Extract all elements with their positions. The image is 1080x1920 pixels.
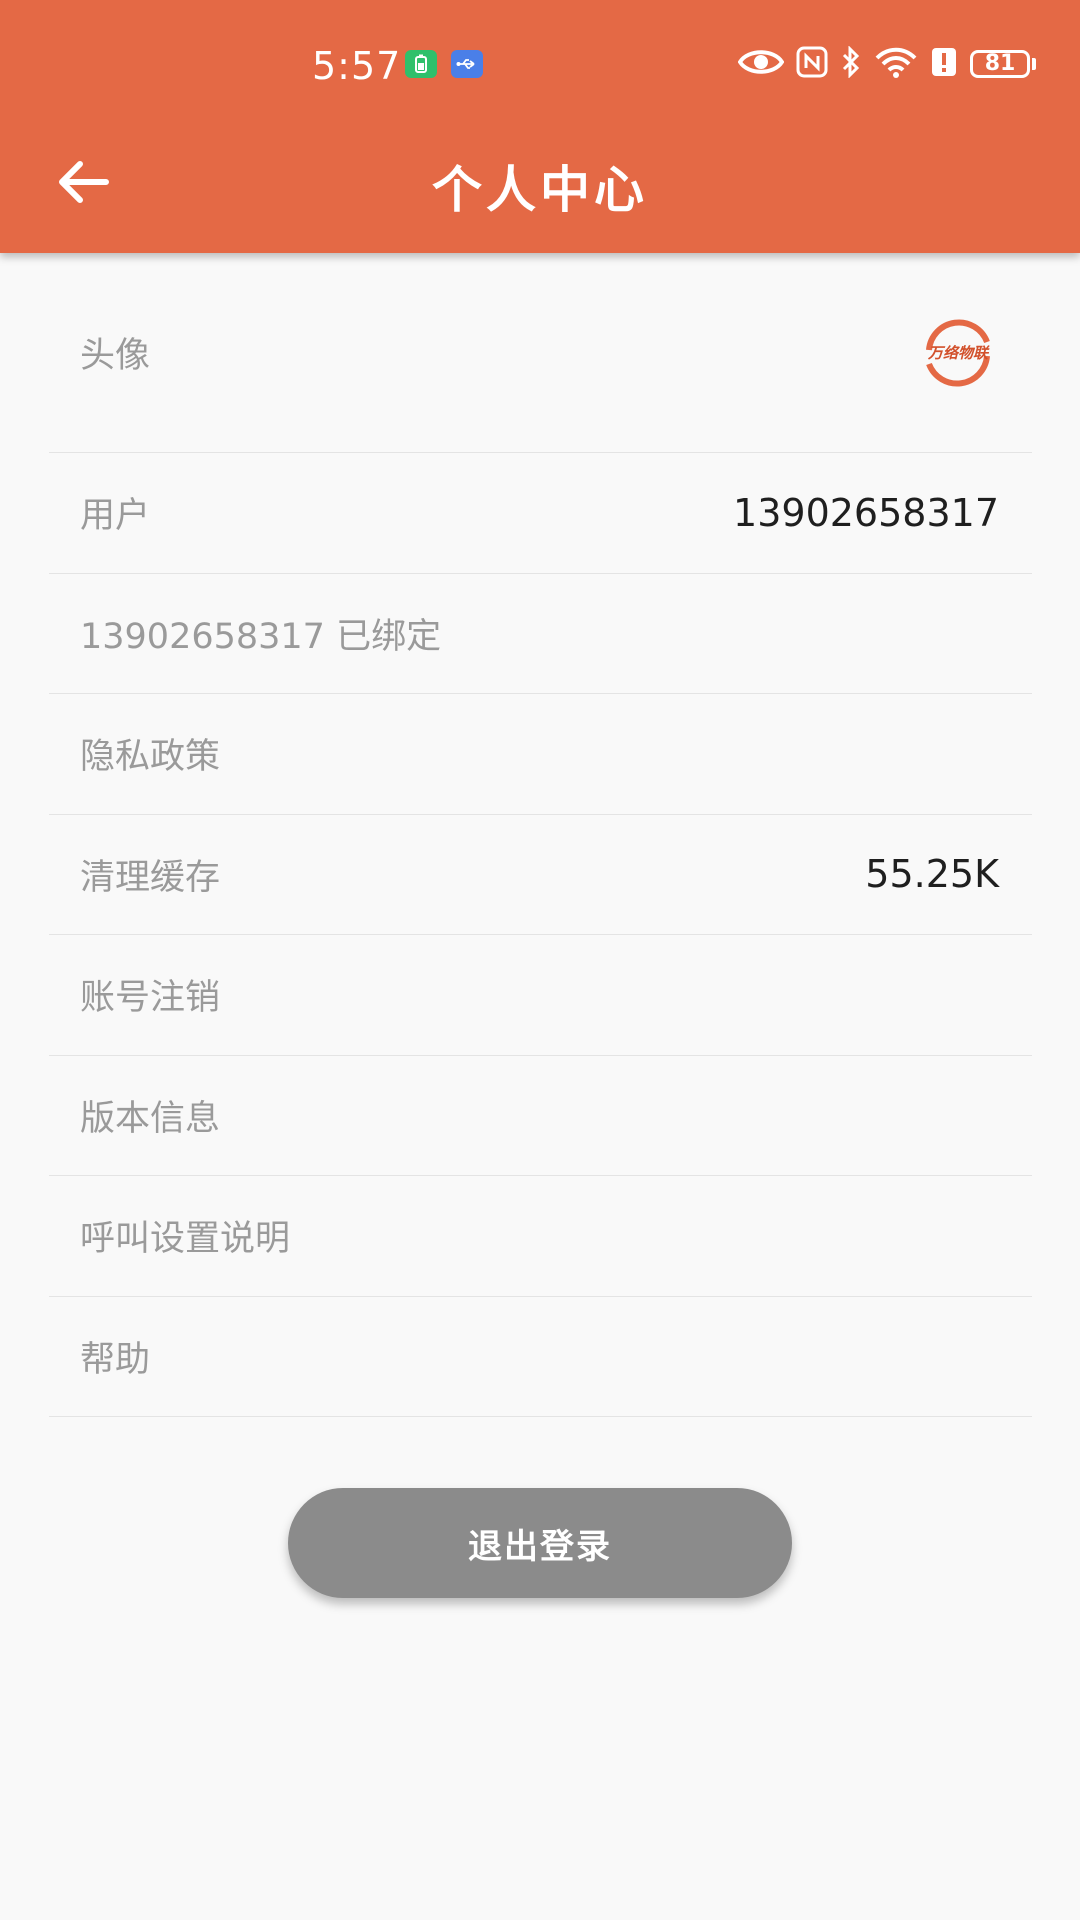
call-settings-label: 呼叫设置说明 xyxy=(80,1219,291,1260)
version-info-row[interactable]: 版本信息 xyxy=(49,1056,1032,1176)
help-row[interactable]: 帮助 xyxy=(49,1297,1032,1417)
version-info-label: 版本信息 xyxy=(80,1098,221,1139)
eye-icon xyxy=(737,47,785,81)
bluetooth-icon xyxy=(840,45,862,82)
privacy-policy-row[interactable]: 隐私政策 xyxy=(49,694,1032,815)
avatar-label: 头像 xyxy=(80,336,151,376)
status-right-icons: 81 xyxy=(737,45,1036,82)
binding-label: 13902658317 已绑定 xyxy=(80,616,442,657)
alert-icon xyxy=(930,46,958,82)
cache-size: 55.25K xyxy=(865,852,999,897)
user-label: 用户 xyxy=(80,496,151,537)
status-left-icons xyxy=(405,50,483,78)
avatar-logo-text: 万络物联 xyxy=(927,344,990,362)
user-value: 13902658317 xyxy=(733,490,999,535)
clear-cache-label: 清理缓存 xyxy=(80,857,221,898)
user-row[interactable]: 用户 13902658317 xyxy=(49,453,1032,574)
clear-cache-row[interactable]: 清理缓存 55.25K xyxy=(49,815,1032,935)
help-label: 帮助 xyxy=(80,1339,151,1380)
usb-icon xyxy=(451,50,483,78)
battery-indicator: 81 xyxy=(970,50,1036,78)
app-bar: 5:57 81 个人中心 xyxy=(0,0,1080,253)
call-settings-row[interactable]: 呼叫设置说明 xyxy=(49,1176,1032,1297)
avatar-row[interactable]: 头像 万络物联 xyxy=(49,253,1032,453)
nfc-icon xyxy=(796,46,828,82)
account-cancel-row[interactable]: 账号注销 xyxy=(49,935,1032,1056)
binding-row[interactable]: 13902658317 已绑定 xyxy=(49,574,1032,694)
battery-tip xyxy=(1032,58,1036,70)
wifi-icon xyxy=(874,46,918,82)
privacy-policy-label: 隐私政策 xyxy=(80,737,221,778)
status-time: 5:57 xyxy=(312,44,402,88)
logout-button[interactable]: 退出登录 xyxy=(288,1488,792,1598)
battery-saver-icon xyxy=(405,50,437,78)
page-title: 个人中心 xyxy=(432,161,648,219)
account-cancel-label: 账号注销 xyxy=(80,978,221,1019)
profile-list: 头像 万络物联 用户 13902658317 13902658317 已绑定 隐… xyxy=(49,253,1032,1417)
status-bar: 5:57 81 xyxy=(0,0,1080,130)
battery-level: 81 xyxy=(970,50,1030,78)
avatar[interactable]: 万络物联 xyxy=(917,312,999,394)
